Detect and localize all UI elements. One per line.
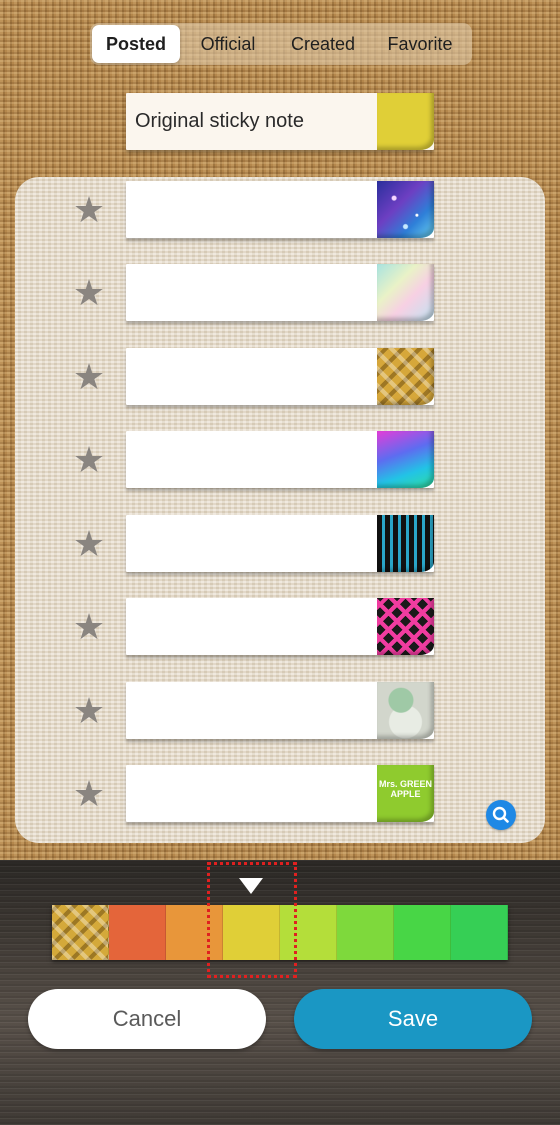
note-pattern-galaxy [377, 181, 434, 238]
palette-swatch-emerald[interactable] [451, 905, 508, 960]
palette-swatch-green[interactable] [394, 905, 451, 960]
sticky-note-galaxy[interactable] [126, 181, 434, 238]
category-segmented-control: Posted Official Created Favorite [90, 23, 472, 65]
tab-posted[interactable]: Posted [92, 25, 180, 63]
tab-created[interactable]: Created [276, 25, 370, 63]
favorite-star-icon[interactable]: ★ [72, 526, 106, 562]
note-pattern-green-cat-illustration [377, 682, 434, 739]
green-apple-logo-text: Mrs. GREEN APPLE [378, 779, 432, 799]
selected-swatch-highlight [207, 862, 297, 978]
favorite-star-icon[interactable]: ★ [72, 609, 106, 645]
search-icon[interactable] [486, 800, 516, 830]
note-pattern-watercolor [377, 264, 434, 321]
palette-swatch-orange-red[interactable] [109, 905, 166, 960]
sticky-note-watercolor[interactable] [126, 264, 434, 321]
sticky-note-gold-plaid[interactable] [126, 348, 434, 405]
cancel-button[interactable]: Cancel [28, 989, 266, 1049]
note-pattern-green-apple-logo: Mrs. GREEN APPLE [377, 765, 434, 822]
save-button[interactable]: Save [294, 989, 532, 1049]
original-note-color-tab [377, 93, 434, 150]
sticky-note-stripes[interactable] [126, 515, 434, 572]
sticky-note-gradient[interactable] [126, 431, 434, 488]
favorite-star-icon[interactable]: ★ [72, 693, 106, 729]
note-pattern-gold-plaid [377, 348, 434, 405]
sticky-note-green-apple[interactable]: Mrs. GREEN APPLE [126, 765, 434, 822]
favorite-star-icon[interactable]: ★ [72, 275, 106, 311]
sticky-note-pink-plaid[interactable] [126, 598, 434, 655]
original-sticky-note[interactable]: Original sticky note [126, 93, 434, 150]
favorite-star-icon[interactable]: ★ [72, 192, 106, 228]
tab-favorite[interactable]: Favorite [370, 25, 470, 63]
note-pattern-pink-black-plaid [377, 598, 434, 655]
sticky-note-cat[interactable] [126, 682, 434, 739]
palette-swatch-gold-plaid[interactable] [52, 905, 109, 960]
favorite-star-icon[interactable]: ★ [72, 442, 106, 478]
note-pattern-pink-blue-gradient [377, 431, 434, 488]
favorite-star-icon[interactable]: ★ [72, 359, 106, 395]
palette-swatch-light-green[interactable] [337, 905, 394, 960]
note-pattern-black-blue-stripes [377, 515, 434, 572]
favorite-star-icon[interactable]: ★ [72, 776, 106, 812]
tab-official[interactable]: Official [180, 25, 276, 63]
original-note-label: Original sticky note [135, 110, 304, 132]
